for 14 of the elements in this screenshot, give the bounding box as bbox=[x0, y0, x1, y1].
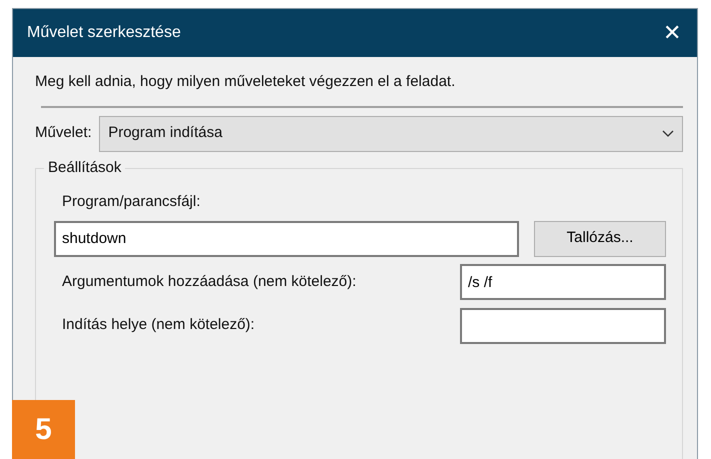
instruction-text: Meg kell adnia, hogy milyen műveleteket végezzen el a feladat. bbox=[35, 72, 456, 92]
program-input-field[interactable]: shutdown bbox=[54, 220, 519, 256]
close-button[interactable]: ✕ bbox=[659, 22, 685, 44]
field-label: Indítás helye (nem kötelező): bbox=[62, 315, 255, 336]
window-title: Művelet szerkesztése bbox=[27, 23, 181, 43]
input-field[interactable]: /s /f bbox=[460, 264, 666, 300]
action-label: Művelet: bbox=[35, 123, 92, 144]
browse-button[interactable]: Tallózás... bbox=[534, 220, 666, 256]
step-number: 5 bbox=[12, 400, 75, 459]
program-label: Program/parancsfájl: bbox=[62, 192, 202, 212]
input-field[interactable] bbox=[460, 308, 666, 344]
chevron-down-icon bbox=[662, 130, 674, 138]
action-dropdown[interactable]: Program indítása bbox=[99, 116, 683, 152]
field-label: Argumentumok hozzáadása (nem kötelező): bbox=[62, 272, 356, 292]
